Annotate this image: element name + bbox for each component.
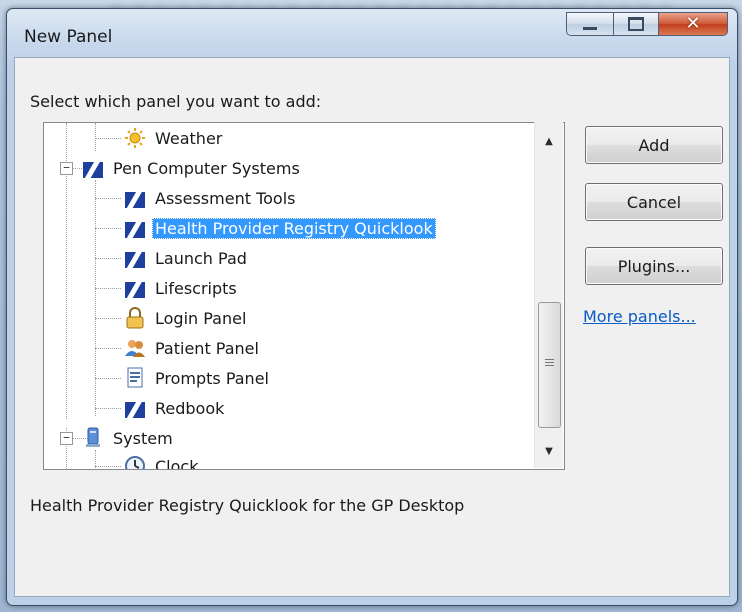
tree-item-label: System [113,428,173,448]
tree-item-label: Clock [155,456,199,470]
collapse-toggle[interactable]: − [60,432,73,445]
computer-icon [82,427,104,449]
tree-item-label: Launch Pad [155,248,247,268]
tree-item-weather[interactable]: Weather [124,123,225,153]
panel-tree[interactable]: − − Weather Pen Computer Systems Assessm… [43,122,565,470]
add-button[interactable]: Add [585,126,723,164]
pen-logo-icon [124,217,146,239]
tree-item-label: Weather [155,128,223,148]
padlock-icon [124,307,146,329]
tree-guide-line [95,123,96,151]
tree-guide-line [95,348,121,349]
cancel-button[interactable]: Cancel [585,183,723,221]
scroll-up-arrow-icon[interactable]: ▲ [535,130,563,152]
more-panels-link[interactable]: More panels... [583,307,696,326]
weather-icon [124,127,146,149]
clock-icon [124,455,146,469]
tree-item-redbook[interactable]: Redbook [124,393,227,423]
tree-guide-line [95,180,96,416]
scroll-down-arrow-icon[interactable]: ▼ [535,440,563,462]
tree-item-prompts-panel[interactable]: Prompts Panel [124,363,272,393]
close-button[interactable]: ✕ [658,12,728,36]
maximize-icon [628,17,644,31]
tree-item-label: Health Provider Registry Quicklook [152,217,436,239]
tree-item-health-provider-registry-quicklook[interactable]: Health Provider Registry Quicklook [124,213,436,243]
tree-guide-line [95,466,121,467]
pen-logo-icon [124,187,146,209]
tree-item-launch-pad[interactable]: Launch Pad [124,243,250,273]
minimize-button[interactable] [566,12,614,36]
scrollbar-thumb[interactable] [538,302,561,428]
tree-item-pen-computer-systems[interactable]: Pen Computer Systems [82,153,303,183]
panel-description: Health Provider Registry Quicklook for t… [30,496,465,515]
collapse-toggle[interactable]: − [60,162,73,175]
tree-item-clock[interactable]: Clock [124,451,201,470]
tree-guide-line [95,288,121,289]
tree-item-label: Patient Panel [155,338,259,358]
tree-guide-line [95,318,121,319]
pen-logo-icon [82,157,104,179]
tree-item-label: Pen Computer Systems [113,158,300,178]
tree-item-assessment-tools[interactable]: Assessment Tools [124,183,298,213]
pen-logo-icon [124,247,146,269]
close-icon: ✕ [685,13,701,34]
maximize-button[interactable] [613,12,659,36]
tree-item-label: Prompts Panel [155,368,269,388]
document-icon [124,367,146,389]
prompt-label: Select which panel you want to add: [30,92,322,111]
tree-guide-line [95,378,121,379]
tree-guide-line [95,408,121,409]
minimize-icon [583,26,597,30]
tree-item-login-panel[interactable]: Login Panel [124,303,249,333]
tree-item-lifescripts[interactable]: Lifescripts [124,273,240,303]
patients-icon [124,337,146,359]
tree-item-label: Assessment Tools [155,188,296,208]
tree-scrollbar[interactable]: ▲ ▼ [534,122,563,468]
tree-guide-line [95,198,121,199]
tree-guide-line [95,258,121,259]
pen-logo-icon [124,277,146,299]
tree-item-label: Lifescripts [155,278,237,298]
tree-item-system[interactable]: System [82,423,176,453]
tree-item-label: Redbook [155,398,225,418]
tree-guide-line [95,138,121,139]
plugins-button[interactable]: Plugins... [585,247,723,285]
pen-logo-icon [124,397,146,419]
grip-icon [545,359,554,368]
window-title: New Panel [24,27,113,47]
tree-item-patient-panel[interactable]: Patient Panel [124,333,262,363]
tree-guide-line [95,450,96,469]
tree-guide-line [95,228,121,229]
tree-item-label: Login Panel [155,308,247,328]
